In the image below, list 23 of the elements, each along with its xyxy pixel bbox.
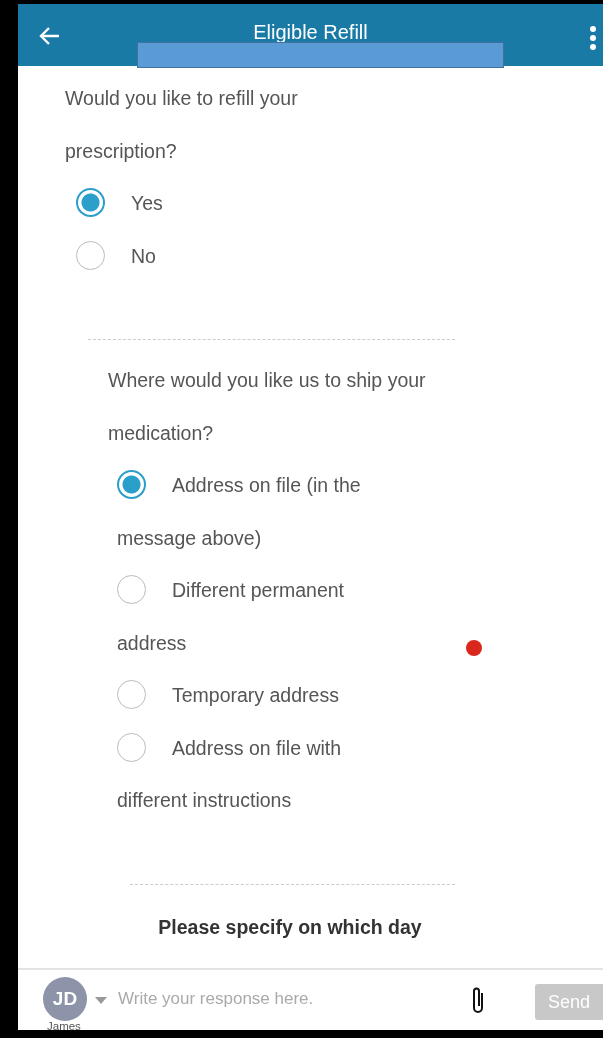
- back-arrow-icon[interactable]: [38, 26, 60, 46]
- caret-icon[interactable]: [95, 997, 107, 1004]
- radio-button[interactable]: [117, 575, 146, 604]
- user-name: James: [47, 1020, 81, 1033]
- option-label[interactable]: No: [76, 229, 378, 282]
- radio-button[interactable]: [76, 240, 105, 270]
- option-label[interactable]: Address on file (in the message above): [117, 459, 408, 564]
- option-label[interactable]: Temporary address: [117, 669, 408, 722]
- menu-icon[interactable]: [589, 26, 597, 50]
- option-label[interactable]: Address on file with different instructions: [117, 721, 408, 827]
- question-text: Where would you like us to ship your medication?: [108, 368, 427, 446]
- question-heading: Please specify on which day: [158, 915, 422, 938]
- radio-button[interactable]: [76, 188, 105, 217]
- response-input-field[interactable]: Write your response here.: [118, 982, 448, 1016]
- paperclip-icon[interactable]: [470, 985, 486, 1015]
- question-text: Would you like to refill your prescription?: [65, 86, 299, 164]
- radio-button[interactable]: [117, 470, 146, 499]
- option-label[interactable]: Different permanent address: [117, 564, 408, 669]
- screen-title: Eligible Refill: [252, 20, 369, 44]
- radio-button[interactable]: [117, 680, 146, 709]
- option-label[interactable]: Yes: [76, 177, 378, 230]
- marker-dot: [466, 640, 482, 656]
- radio-button[interactable]: [117, 732, 146, 762]
